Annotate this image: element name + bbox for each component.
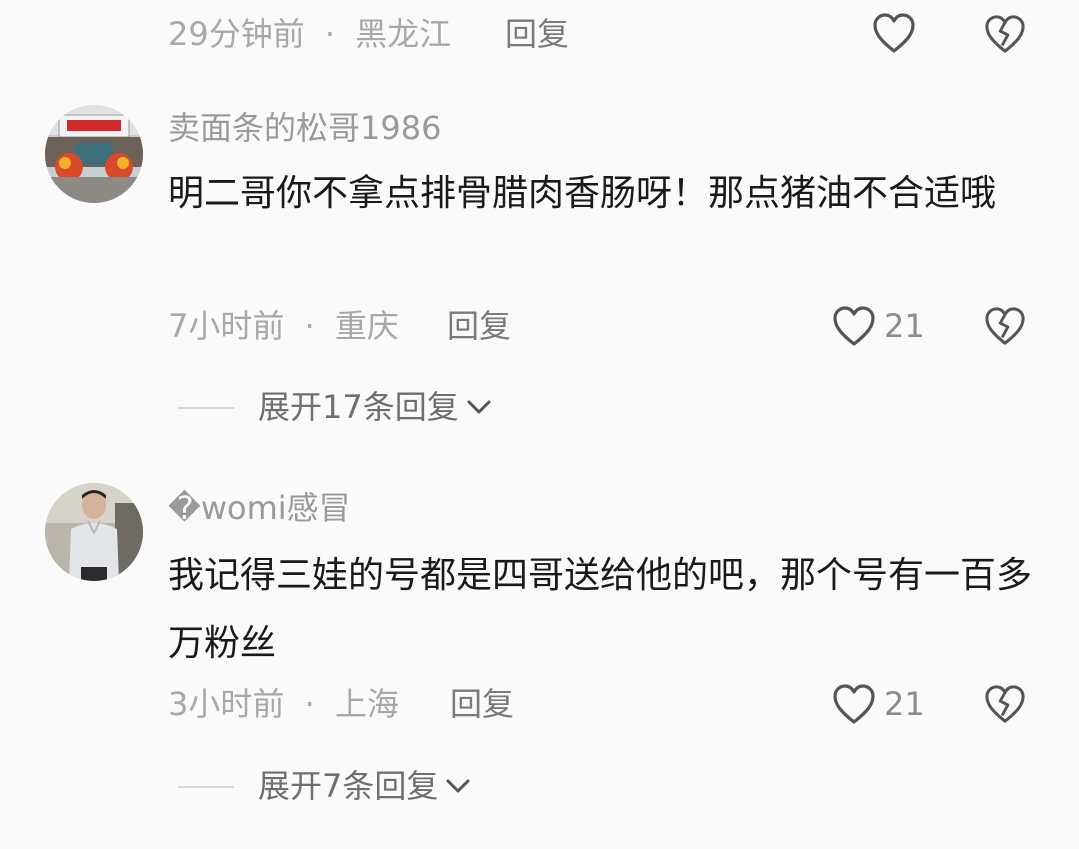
comment-meta: 3小时前 · 上海 — [168, 684, 399, 724]
top-sep: · — [324, 15, 336, 53]
comment-location: 重庆 — [334, 307, 399, 345]
expand-replies-button[interactable]: 展开17条回复 — [258, 387, 493, 427]
comment-sep: · — [304, 307, 315, 345]
chevron-down-icon — [465, 397, 493, 417]
comment-meta: 7小时前 · 重庆 — [168, 306, 399, 346]
divider — [178, 786, 234, 788]
dislike-icon[interactable] — [984, 306, 1026, 346]
expand-replies-label: 展开7条回复 — [258, 767, 439, 805]
reply-button[interactable]: 回复 — [450, 684, 514, 724]
comment-time: 3小时前 — [168, 685, 285, 723]
top-meta: 29分钟前 · 黑龙江 — [168, 14, 451, 54]
comment-text: 我记得三娃的号都是四哥送给他的吧，那个号有一百多万粉丝 — [168, 555, 1033, 664]
chevron-down-icon — [444, 776, 472, 796]
top-reply-button[interactable]: 回复 — [505, 14, 569, 54]
dislike-icon[interactable] — [984, 684, 1026, 724]
top-location: 黑龙江 — [355, 15, 452, 53]
like-count: 21 — [884, 685, 925, 723]
like-icon[interactable] — [872, 12, 916, 54]
expand-replies-button[interactable]: 展开7条回复 — [258, 766, 472, 806]
comment-location: 上海 — [334, 685, 399, 723]
top-time: 29分钟前 — [168, 15, 305, 53]
like-icon[interactable] — [832, 683, 876, 725]
avatar[interactable] — [45, 105, 143, 203]
reply-button[interactable]: 回复 — [447, 306, 511, 346]
dislike-icon[interactable] — [984, 14, 1026, 54]
comment-sep: · — [304, 685, 315, 723]
comment-text: 明二哥你不拿点排骨腊肉香肠呀！那点猪油不合适哦 — [168, 173, 997, 214]
avatar[interactable] — [45, 483, 143, 581]
expand-replies-label: 展开17条回复 — [258, 388, 459, 426]
like-count: 21 — [884, 307, 925, 345]
comment-username[interactable]: �womi感冒 — [168, 488, 351, 528]
divider — [178, 407, 234, 409]
comment-username[interactable]: 卖面条的松哥1986 — [168, 108, 441, 148]
like-icon[interactable] — [832, 305, 876, 347]
comment-time: 7小时前 — [168, 307, 285, 345]
